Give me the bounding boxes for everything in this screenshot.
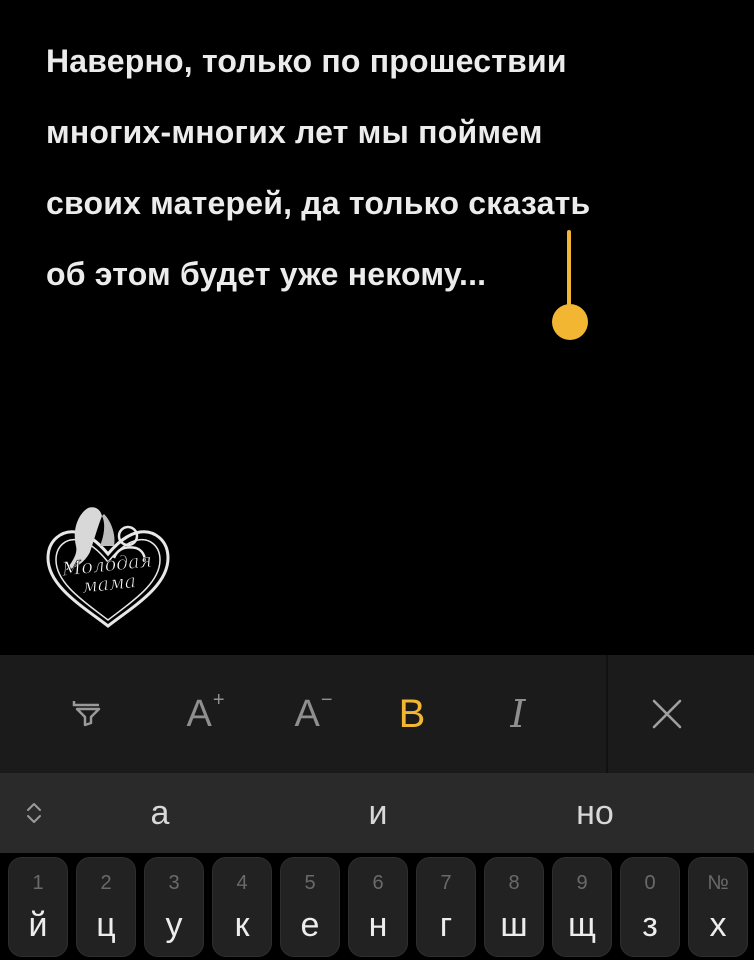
key-е[interactable]: 5 е (280, 857, 340, 957)
key-щ[interactable]: 9 щ (552, 857, 612, 957)
key-character: н (368, 906, 388, 944)
key-number: 9 (576, 872, 588, 894)
cursor-handle[interactable] (552, 304, 588, 340)
note-line: об этом будет уже некому... (46, 256, 487, 292)
key-number: 2 (100, 872, 112, 894)
key-number: 6 (372, 872, 384, 894)
key-ш[interactable]: 8 ш (484, 857, 544, 957)
italic-button[interactable]: I (478, 655, 558, 773)
text-cursor (567, 230, 571, 308)
key-character: з (642, 906, 658, 944)
watermark-logo: Молодая мама (42, 500, 174, 632)
key-у[interactable]: 3 у (144, 857, 204, 957)
increase-font-sup: + (212, 688, 225, 711)
key-г[interactable]: 7 г (416, 857, 476, 957)
note-line: многих-многих лет мы поймем (46, 114, 543, 150)
increase-font-button[interactable]: A + (160, 655, 250, 773)
key-character: ш (500, 906, 528, 944)
key-character: к (234, 906, 250, 944)
note-text[interactable]: Наверно, только по прошествии многих-мно… (46, 26, 726, 310)
expand-suggestions-button[interactable] (14, 793, 54, 833)
key-number: 1 (32, 872, 44, 894)
suggestion-word-a[interactable]: а (110, 773, 210, 853)
key-character: х (709, 906, 727, 944)
key-number: 5 (304, 872, 316, 894)
key-number: № (707, 872, 729, 894)
bold-label: B (398, 691, 426, 736)
note-line: Наверно, только по прошествии (46, 43, 567, 79)
chevron-up-down-icon (27, 803, 41, 823)
close-toolbar-button[interactable] (622, 655, 712, 773)
key-number: 0 (644, 872, 656, 894)
key-character: у (165, 906, 183, 944)
note-editor[interactable]: Наверно, только по прошествии многих-мно… (0, 0, 754, 655)
decrease-font-sup: − (320, 688, 333, 711)
key-х[interactable]: № х (688, 857, 748, 957)
note-line: своих матерей, да только сказать (46, 185, 591, 221)
key-к[interactable]: 4 к (212, 857, 272, 957)
key-number: 3 (168, 872, 180, 894)
key-character: щ (568, 906, 596, 944)
key-з[interactable]: 0 з (620, 857, 680, 957)
keyboard: 1 й 2 ц 3 у 4 к 5 е 6 н 7 г 8 ш 9 щ 0 з … (0, 853, 754, 960)
key-number: 4 (236, 872, 248, 894)
highlight-button[interactable] (48, 655, 128, 773)
suggestion-word-no[interactable]: но (545, 773, 645, 853)
highlighter-icon (72, 701, 101, 727)
suggestion-word-i[interactable]: и (328, 773, 428, 853)
key-character: ц (96, 906, 116, 944)
decrease-font-button[interactable]: A − (268, 655, 358, 773)
key-ц[interactable]: 2 ц (76, 857, 136, 957)
close-icon (652, 699, 682, 729)
format-toolbar: A + A − B I (0, 655, 754, 773)
bold-button[interactable]: B (372, 655, 452, 773)
key-character: е (300, 906, 320, 944)
key-н[interactable]: 6 н (348, 857, 408, 957)
decrease-font-label: A (294, 692, 320, 735)
suggestion-bar: а и но (0, 773, 754, 853)
toolbar-divider (606, 655, 608, 773)
key-й[interactable]: 1 й (8, 857, 68, 957)
increase-font-label: A (186, 692, 212, 735)
key-number: 7 (440, 872, 452, 894)
italic-label: I (510, 692, 526, 736)
key-character: г (439, 906, 453, 944)
key-character: й (28, 906, 48, 944)
key-number: 8 (508, 872, 520, 894)
